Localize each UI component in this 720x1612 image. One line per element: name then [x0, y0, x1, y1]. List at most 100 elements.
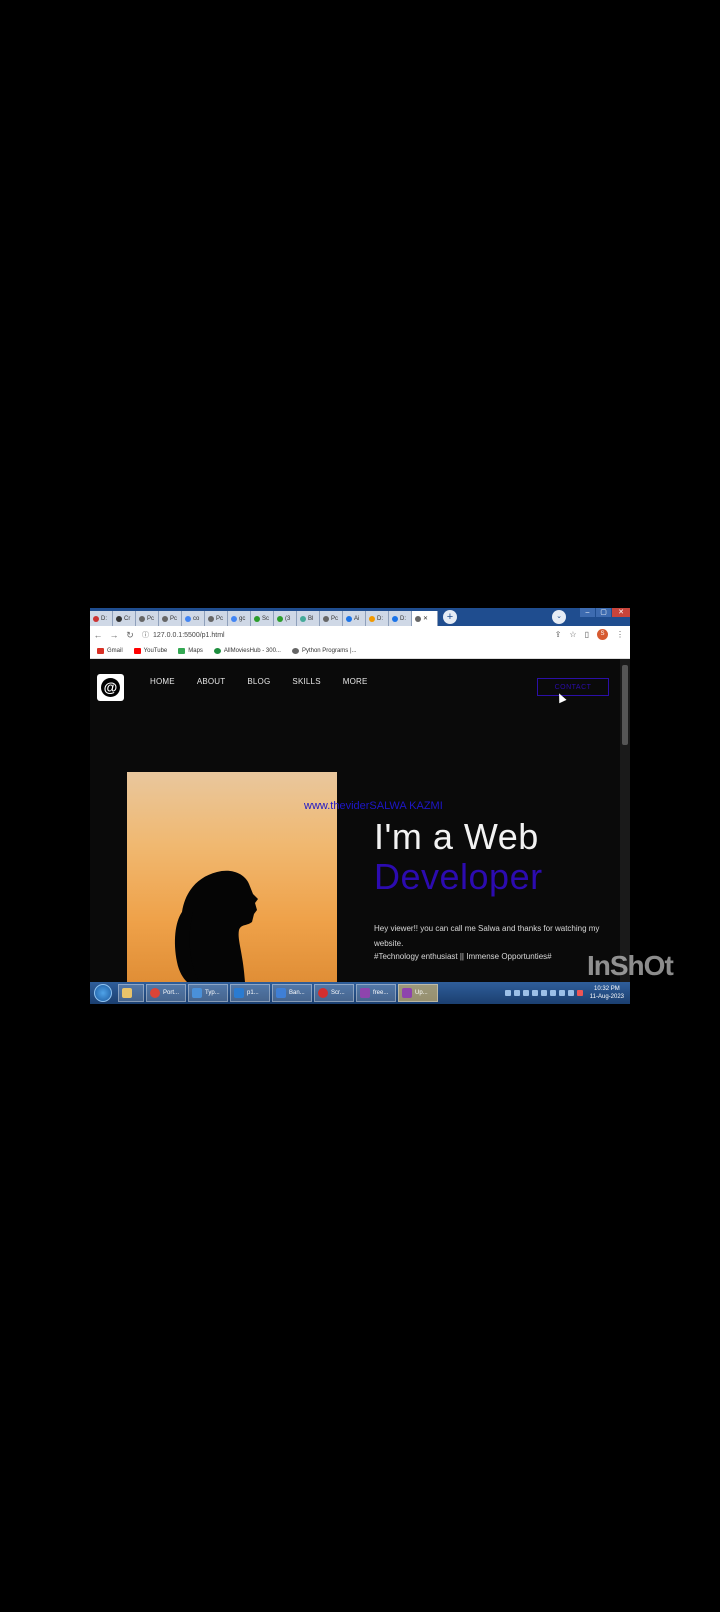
- tab-close-icon[interactable]: ✕: [423, 615, 428, 622]
- back-icon[interactable]: ←: [90, 630, 106, 640]
- maximize-icon[interactable]: ▢: [596, 608, 611, 617]
- tab-favicon: [254, 615, 260, 622]
- bookmark-label: Maps: [188, 648, 203, 654]
- browser-tab[interactable]: (3: [274, 611, 297, 626]
- vscode-icon: [234, 988, 244, 998]
- tab-favicon: [369, 615, 375, 622]
- site-info-icon[interactable]: ⓘ: [142, 630, 149, 640]
- taskbar-label: Typ...: [205, 990, 220, 996]
- taskbar-label: free...: [373, 990, 389, 996]
- hero-headline-accent: Developer: [374, 856, 543, 897]
- contact-button[interactable]: CONTACT: [537, 678, 609, 696]
- minimize-icon[interactable]: –: [580, 608, 595, 617]
- tab-label: (3: [285, 615, 291, 622]
- toolbar-actions: ⇪ ☆ ▯ S ⋮: [547, 629, 624, 640]
- start-button[interactable]: [94, 984, 112, 1002]
- globe-icon: [213, 648, 221, 654]
- menu-kebab-icon[interactable]: ⋮: [616, 630, 624, 639]
- bookmark-youtube[interactable]: YouTube: [133, 648, 167, 654]
- browser-tab[interactable]: Pc: [136, 611, 159, 626]
- browser-tab[interactable]: Bl: [297, 611, 320, 626]
- taskbar-chrome[interactable]: Port...: [146, 984, 186, 1002]
- taskbar-typing[interactable]: Typ...: [188, 984, 228, 1002]
- archive-icon: [360, 988, 370, 998]
- volume-icon[interactable]: [558, 990, 565, 996]
- browser-tab[interactable]: D:: [389, 611, 412, 626]
- bookmark-label: Python Programs |...: [301, 648, 357, 654]
- tab-label: D:: [101, 615, 107, 622]
- address-bar[interactable]: ⓘ 127.0.0.1:5500/p1.html: [142, 628, 542, 642]
- tray-icon[interactable]: [531, 990, 538, 996]
- browser-tab[interactable]: Ai: [343, 611, 366, 626]
- browser-tab[interactable]: gc: [228, 611, 251, 626]
- flag-icon[interactable]: [576, 990, 583, 996]
- tab-favicon: [208, 615, 214, 622]
- tab-search-icon[interactable]: ⌄: [552, 610, 566, 624]
- browser-tab-active[interactable]: ✕: [412, 611, 438, 626]
- globe-icon: [291, 648, 299, 654]
- taskbar-label: Ban...: [289, 990, 305, 996]
- windows-taskbar: Port... Typ... p1... Ban... Scr... free.…: [90, 982, 630, 1004]
- share-icon[interactable]: ⇪: [555, 630, 562, 639]
- browser-tab[interactable]: Pc: [320, 611, 343, 626]
- forward-icon[interactable]: →: [106, 630, 122, 640]
- clock-time: 10:32 PM: [594, 986, 620, 992]
- hero-intro-text: Hey viewer!! you can call me Salwa and t…: [374, 924, 600, 948]
- tab-favicon: [139, 615, 145, 622]
- tab-favicon: [185, 615, 191, 622]
- browser-tab[interactable]: Cr: [113, 611, 136, 626]
- taskbar-banner[interactable]: Ban...: [272, 984, 312, 1002]
- site-logo[interactable]: @: [97, 674, 124, 701]
- desktop-screenshot: D: Cr Pc Pc co Pc gc Sc (3 Bl Pc Ai D: D…: [90, 608, 630, 1004]
- tab-favicon: [323, 615, 329, 622]
- window-controls: – ▢ ✕: [579, 608, 630, 617]
- bookmark-gmail[interactable]: Gmail: [97, 648, 123, 654]
- tray-icon[interactable]: [522, 990, 529, 996]
- close-window-icon[interactable]: ✕: [612, 608, 630, 617]
- taskbar-winrar-free[interactable]: free...: [356, 984, 396, 1002]
- bookmark-maps[interactable]: Maps: [178, 648, 203, 654]
- nav-blog[interactable]: BLOG: [247, 677, 270, 686]
- nav-skills[interactable]: SKILLS: [292, 677, 320, 686]
- hero-headline: I'm a Web: [374, 816, 539, 857]
- taskbar-screen-recorder[interactable]: Scr...: [314, 984, 354, 1002]
- tab-favicon: [392, 615, 398, 622]
- bookmark-allmovieshub[interactable]: AllMoviesHub - 300...: [213, 648, 281, 654]
- taskbar-vscode[interactable]: p1...: [230, 984, 270, 1002]
- browser-tab[interactable]: Pc: [159, 611, 182, 626]
- tab-label: D:: [400, 615, 406, 622]
- chrome-icon: [150, 988, 160, 998]
- clock-date: 11-Aug-2023: [589, 994, 624, 1000]
- browser-tab[interactable]: Pc: [205, 611, 228, 626]
- tray-icon[interactable]: [549, 990, 556, 996]
- browser-tab[interactable]: co: [182, 611, 205, 626]
- tray-icon[interactable]: [504, 990, 511, 996]
- maps-icon: [178, 648, 186, 654]
- system-clock[interactable]: 10:32 PM 11-Aug-2023: [590, 985, 624, 1001]
- page-scrollbar[interactable]: [620, 659, 630, 989]
- bookmark-python-programs[interactable]: Python Programs |...: [291, 648, 357, 654]
- taskbar-label: Up...: [415, 990, 428, 996]
- taskbar-uploads[interactable]: Up...: [398, 984, 438, 1002]
- profile-avatar[interactable]: S: [597, 629, 608, 640]
- nav-home[interactable]: HOME: [150, 677, 175, 686]
- browser-tab[interactable]: D:: [366, 611, 389, 626]
- side-panel-icon[interactable]: ▯: [585, 630, 589, 639]
- browser-tab[interactable]: D:: [90, 611, 113, 626]
- watermark-text: www.theviderSALWA KAZMI: [304, 800, 443, 812]
- reload-icon[interactable]: ↻: [122, 630, 138, 641]
- tray-icon[interactable]: [513, 990, 520, 996]
- tray-icon[interactable]: [540, 990, 547, 996]
- tab-label: Cr: [124, 615, 131, 622]
- tab-favicon: [346, 615, 352, 622]
- taskbar-explorer[interactable]: [118, 984, 144, 1002]
- bookmark-star-icon[interactable]: ☆: [569, 630, 576, 639]
- new-tab-button[interactable]: +: [443, 610, 457, 624]
- nav-about[interactable]: ABOUT: [197, 677, 226, 686]
- browser-tab[interactable]: Sc: [251, 611, 274, 626]
- network-icon[interactable]: [567, 990, 574, 996]
- gmail-icon: [97, 648, 104, 654]
- nav-more[interactable]: MORE: [343, 677, 368, 686]
- scrollbar-thumb[interactable]: [622, 665, 628, 745]
- tab-favicon: [415, 615, 421, 622]
